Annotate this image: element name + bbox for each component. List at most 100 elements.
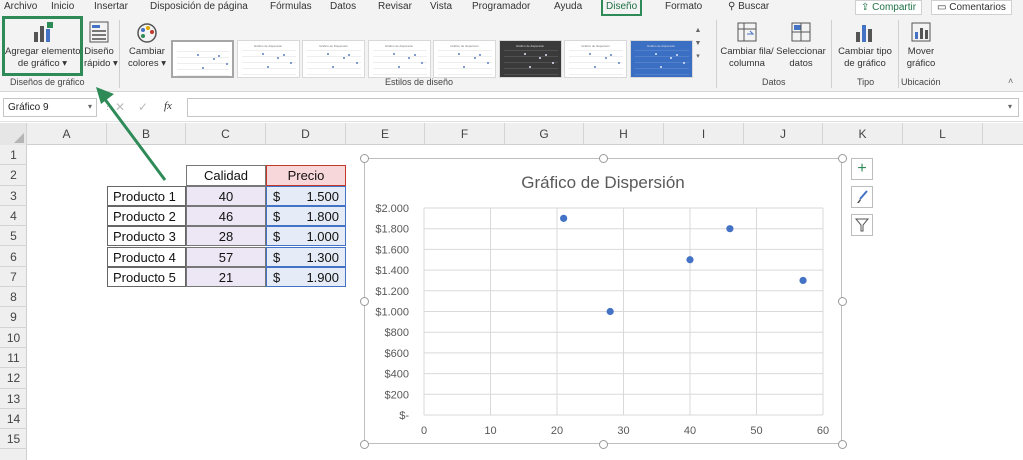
menu-vista[interactable]: Vista [430,1,452,12]
row-header-6[interactable]: 6 [0,247,27,267]
gallery-scroll[interactable]: ▲ ▼ ▾ [693,24,703,64]
chart-style-thumbnail[interactable]: Gráfico de dispersión [367,40,431,78]
resize-handle[interactable] [837,439,847,449]
row-header-12[interactable]: 12 [0,368,27,389]
column-header-k[interactable]: K [823,123,903,145]
confirm-icon[interactable]: ✓ [138,100,148,114]
switch-row-column-button[interactable]: Cambiar fila/ columna [720,20,774,70]
row-header-14[interactable]: 14 [0,409,27,430]
collapse-ribbon-icon[interactable]: ˄ [1008,76,1013,86]
header-precio-cell[interactable]: Precio [266,165,346,186]
row-header-1[interactable]: 1 [0,145,27,166]
data-point[interactable] [686,256,694,264]
chart-filters-funnel-icon[interactable] [851,214,873,236]
data-point[interactable] [560,214,568,222]
precio-value-cell[interactable]: $1.000 [266,226,346,247]
chart-elements-plus-icon[interactable]: + [851,158,873,180]
add-chart-element-button[interactable]: Agregar elemento de gráfico ▾ [5,20,81,70]
menu-revisar[interactable]: Revisar [378,1,412,12]
menu-inicio[interactable]: Inicio [51,1,74,12]
column-header-a[interactable]: A [27,123,107,145]
precio-value-cell[interactable]: $1.800 [266,205,346,227]
column-header-g[interactable]: G [505,123,584,145]
row-header-13[interactable]: 13 [0,389,27,409]
name-box-dropdown-icon[interactable]: ▾ [88,102,92,111]
column-header-e[interactable]: E [346,123,425,145]
calidad-value-cell[interactable]: 40 [186,185,266,206]
chart-style-thumbnail[interactable]: Gráfico de dispersión [433,40,496,78]
menu-archivo[interactable]: Archivo [4,1,37,12]
chart-styles-brush-icon[interactable] [851,186,873,208]
row-header-11[interactable]: 11 [0,348,27,369]
menu-insertar[interactable]: Insertar [94,1,128,12]
chart-style-thumbnail[interactable]: Gráfico de Dispersión [302,40,365,78]
column-header-d[interactable]: D [266,123,346,145]
row-header-7[interactable]: 7 [0,267,27,288]
product-name-cell[interactable]: Producto 2 [107,205,186,227]
row-header-8[interactable]: 8 [0,287,27,308]
data-point[interactable] [799,276,807,285]
column-header-f[interactable]: F [425,123,505,145]
row-header-3[interactable]: 3 [0,186,27,206]
chart-style-thumbnail[interactable]: Gráfico de dispersión [564,40,627,78]
row-header-10[interactable]: 10 [0,328,27,348]
menu-diseno[interactable]: Diseño [601,0,643,16]
function-icon[interactable]: fx [164,100,172,112]
chart-title[interactable]: Gráfico de Dispersión [521,173,684,192]
product-name-cell[interactable]: Producto 5 [107,266,186,288]
header-calidad-cell[interactable]: Calidad [186,165,266,186]
menu-programador[interactable]: Programador [472,1,530,12]
menu-datos[interactable]: Datos [330,1,356,12]
row-header-5[interactable]: 5 [0,226,27,247]
resize-handle[interactable] [837,153,847,163]
name-box[interactable]: Gráfico 9 [3,98,97,117]
chart-style-thumbnail[interactable]: Gráfico de dispersión [236,40,300,78]
change-chart-type-button[interactable]: Cambiar tipo de gráfico [836,20,894,70]
move-chart-button[interactable]: Mover gráfico [901,20,941,70]
calidad-value-cell[interactable]: 21 [186,266,266,288]
precio-value-cell[interactable]: $1.500 [266,185,346,206]
product-name-cell[interactable]: Producto 3 [107,226,186,247]
quick-layout-button[interactable]: Diseño rápido ▾ [84,20,118,70]
resize-handle[interactable] [598,439,608,449]
row-header-15[interactable]: 15 [0,429,27,450]
resize-handle[interactable] [598,153,608,163]
resize-handle[interactable] [837,296,847,306]
calidad-value-cell[interactable]: 28 [186,226,266,247]
row-header-9[interactable]: 9 [0,307,27,328]
column-header-b[interactable]: B [107,123,186,145]
menu-disposicion[interactable]: Disposición de página [150,1,248,12]
data-series[interactable] [560,214,807,316]
expand-formula-icon[interactable]: ▾ [1008,102,1012,111]
menu-formulas[interactable]: Fórmulas [270,1,312,12]
column-header-c[interactable]: C [186,123,266,145]
menu-ayuda[interactable]: Ayuda [554,1,582,12]
column-header-l[interactable]: L [903,123,983,145]
select-all-corner[interactable] [0,123,27,145]
precio-value-cell[interactable]: $1.300 [266,246,346,267]
column-header-j[interactable]: J [744,123,823,145]
column-header-h[interactable]: H [584,123,664,145]
scatter-chart[interactable]: Gráfico de Dispersión $- $200 $400 $600 $800… [364,158,842,444]
row-header-4[interactable]: 4 [0,206,27,227]
resize-handle[interactable] [359,439,369,449]
product-name-cell[interactable]: Producto 1 [107,185,186,206]
column-header-i[interactable]: I [664,123,744,145]
share-button[interactable]: ⇪ Compartir [855,0,923,15]
chart-style-thumbnail[interactable]: Gráfico de dispersión [629,40,693,78]
precio-value-cell[interactable]: $1.900 [266,266,346,288]
formula-input[interactable] [187,98,1019,117]
comments-button[interactable]: ▭ Comentarios [931,0,1012,15]
search-area[interactable]: ⚲ Buscar [728,1,769,12]
menu-formato[interactable]: Formato [665,1,702,12]
chart-style-thumbnail[interactable] [171,40,234,78]
cancel-icon[interactable]: ✕ [115,100,125,114]
change-colors-button[interactable]: Cambiar colores ▾ [124,22,170,70]
select-data-button[interactable]: Seleccionar datos [776,20,826,70]
product-name-cell[interactable]: Producto 4 [107,246,186,267]
chart-style-thumbnail[interactable]: Gráfico de dispersión [498,40,562,78]
calidad-value-cell[interactable]: 57 [186,246,266,267]
resize-handle[interactable] [359,153,369,163]
resize-handle[interactable] [359,296,369,306]
row-header-2[interactable]: 2 [0,165,27,186]
